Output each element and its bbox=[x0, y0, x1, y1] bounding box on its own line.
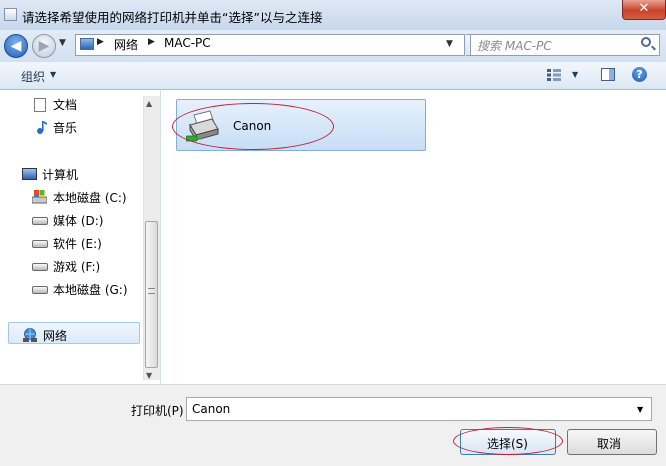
sidebar-item-label: 计算机 bbox=[42, 168, 79, 182]
drive-icon bbox=[32, 263, 48, 271]
recent-pages-arrow-icon[interactable]: ▼ bbox=[59, 38, 66, 48]
organize-button[interactable]: 组织 bbox=[21, 68, 45, 85]
music-icon bbox=[36, 120, 48, 134]
sidebar-item-label: 文档 bbox=[53, 98, 78, 112]
sidebar-item-label: 游戏 (F:) bbox=[53, 260, 101, 274]
cancel-button-label[interactable]: 取消 bbox=[597, 435, 621, 452]
search-placeholder: 搜索 MAC-PC bbox=[477, 39, 552, 53]
chevron-down-icon[interactable]: ▼ bbox=[50, 70, 56, 79]
help-icon[interactable]: ? bbox=[632, 67, 647, 82]
network-icon bbox=[22, 328, 38, 342]
forward-button[interactable]: ▶ bbox=[32, 34, 56, 58]
breadcrumb-mac-pc[interactable]: MAC-PC bbox=[164, 36, 211, 50]
scrollbar-thumb[interactable] bbox=[145, 221, 158, 368]
address-dropdown-icon[interactable]: ▼ bbox=[446, 39, 453, 49]
change-view-icon[interactable] bbox=[547, 69, 561, 81]
drive-icon bbox=[32, 217, 48, 225]
window-title: 请选择希望使用的网络打印机并单击“选择”以与之连接 bbox=[22, 10, 323, 25]
sidebar-item-label: 音乐 bbox=[53, 121, 78, 135]
window-icon bbox=[4, 8, 17, 21]
sidebar-item-label: 媒体 (D:) bbox=[53, 214, 104, 228]
printer-field-label: 打印机(P) bbox=[131, 404, 184, 418]
document-icon bbox=[34, 98, 46, 112]
search-icon[interactable] bbox=[641, 37, 651, 47]
printer-combobox[interactable] bbox=[186, 397, 652, 421]
sidebar-item-label: 本地磁盘 (G:) bbox=[53, 283, 128, 297]
views-dropdown-icon[interactable]: ▼ bbox=[572, 70, 578, 79]
chevron-down-icon[interactable]: ▼ bbox=[637, 405, 643, 414]
breadcrumb-separator-icon[interactable]: ▶ bbox=[97, 37, 104, 47]
sidebar-item-label: 软件 (E:) bbox=[53, 237, 102, 251]
close-button[interactable]: ✕ bbox=[622, 0, 666, 20]
scroll-up-icon[interactable]: ▲ bbox=[146, 99, 152, 108]
back-button[interactable]: ◀ bbox=[4, 34, 28, 58]
sidebar-item-label: 网络 bbox=[43, 329, 68, 343]
breadcrumb-separator-icon[interactable]: ▶ bbox=[148, 37, 155, 47]
drive-c-icon bbox=[31, 190, 48, 204]
scrollbar-grip-icon bbox=[148, 288, 155, 294]
drive-icon bbox=[32, 240, 48, 248]
network-location-icon bbox=[80, 38, 94, 50]
scroll-down-icon[interactable]: ▼ bbox=[146, 371, 152, 380]
printer-combobox-value[interactable]: Canon bbox=[192, 402, 230, 416]
drive-icon bbox=[32, 286, 48, 294]
annotation-ellipse-printer bbox=[172, 103, 334, 150]
breadcrumb-network[interactable]: 网络 bbox=[114, 36, 138, 53]
sidebar-item-label: 本地磁盘 (C:) bbox=[53, 191, 127, 205]
preview-pane-icon[interactable] bbox=[601, 68, 615, 81]
annotation-ellipse-select bbox=[453, 427, 563, 455]
computer-icon bbox=[22, 168, 37, 180]
toolbar bbox=[0, 62, 666, 90]
